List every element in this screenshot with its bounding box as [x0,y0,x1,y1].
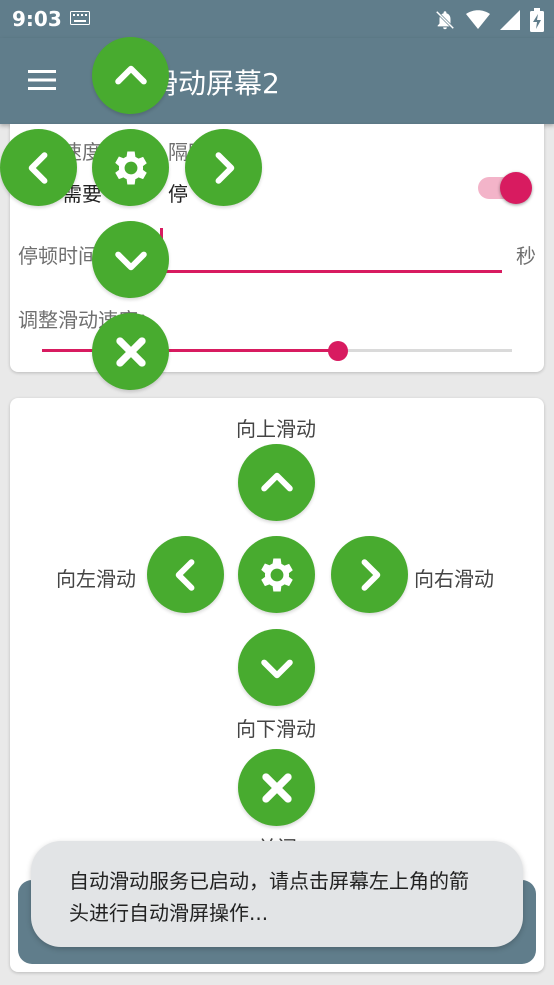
status-bar: 9:03 [0,0,554,38]
overlay-swipe-right-button[interactable] [185,129,262,206]
status-time: 9:03 [12,7,62,31]
toast-message: 自动滑动服务已启动，请点击屏幕左上角的箭头进行自动滑屏操作... [31,841,523,947]
close-icon [261,772,292,803]
notifications-off-icon [435,10,455,30]
keyboard-icon [70,11,90,25]
left-label: 向左滑动 [56,567,136,591]
page-title: 滑动屏幕2 [150,67,280,100]
swipe-right-button[interactable] [331,536,408,613]
close-icon [115,336,146,367]
chevron-left-icon [175,558,194,591]
speed-slider-progress[interactable] [42,349,339,352]
gear-icon [260,558,293,591]
speed-slider-track[interactable] [338,349,512,352]
speed-slider-thumb[interactable] [328,341,349,361]
chevron-right-icon [215,151,234,184]
overlay-swipe-up-button[interactable] [92,37,169,114]
chevron-left-icon [28,151,47,184]
chevron-right-icon [361,558,380,591]
up-label: 向上滑动 [236,417,316,441]
swipe-up-button[interactable] [238,444,315,521]
pause-switch-thumb[interactable] [500,172,532,204]
gear-icon [114,151,147,184]
right-label: 向右滑动 [414,567,494,591]
app-bar: 滑动屏幕2 [0,38,554,124]
overlay-swipe-down-button[interactable] [92,221,169,298]
pause-duration-label: 停顿时间 [18,244,98,268]
chevron-up-icon [260,472,293,491]
settings-button[interactable] [238,536,315,613]
swipe-down-button[interactable] [238,629,315,706]
overlay-swipe-left-button[interactable] [0,129,77,206]
down-label: 向下滑动 [236,717,316,741]
chevron-down-icon [260,659,293,678]
overlay-close-button[interactable] [92,313,169,390]
chevron-up-icon [114,65,147,84]
pause-label-end: 停 [168,182,188,206]
signal-icon [500,10,520,30]
battery-charging-icon [530,8,544,32]
overlay-settings-button[interactable] [92,129,169,206]
chevron-down-icon [114,251,147,270]
pause-unit: 秒 [516,244,536,268]
menu-icon[interactable] [26,68,58,92]
wifi-icon [466,10,490,29]
swipe-left-button[interactable] [147,536,224,613]
pause-duration-input-underline[interactable] [160,270,502,273]
close-button[interactable] [238,749,315,826]
